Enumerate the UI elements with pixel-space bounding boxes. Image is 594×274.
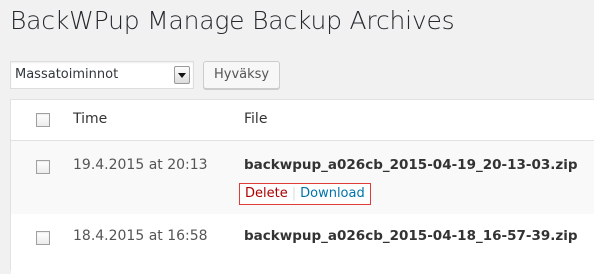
chevron-down-icon[interactable] [174,66,190,84]
file-name: backwpup_a026cb_2015-04-18_16-57-39.zip [244,228,578,244]
row-time: 18.4.2015 at 16:58 [73,228,208,244]
bulk-actions-selected-value: Massatoiminnot [15,67,119,82]
file-name: backwpup_a026cb_2015-04-19_20-13-03.zip [244,157,578,173]
table-header: Time File [11,100,594,141]
download-link[interactable]: Download [300,186,365,201]
apply-button[interactable]: Hyväksy [203,61,281,89]
row-checkbox[interactable] [36,160,50,174]
action-separator: | [291,186,297,201]
bulk-actions-select[interactable]: Massatoiminnot [10,61,194,89]
page-title: BackWPup Manage Backup Archives [10,6,455,35]
row-time: 19.4.2015 at 20:13 [73,157,208,173]
backup-archives-table: Time File 19.4.2015 at 20:13 backwpup_a0… [10,99,594,274]
row-file: backwpup_a026cb_2015-04-18_16-57-39.zip [244,228,578,244]
row-actions: Delete | Download [239,183,371,205]
table-row: 19.4.2015 at 20:13 backwpup_a026cb_2015-… [11,141,594,214]
column-header-file[interactable]: File [244,111,267,127]
row-checkbox[interactable] [36,231,50,245]
row-file: backwpup_a026cb_2015-04-19_20-13-03.zip [244,157,578,173]
select-all-checkbox[interactable] [36,113,50,127]
delete-link[interactable]: Delete [245,186,288,201]
column-header-time[interactable]: Time [73,111,107,127]
table-row: 18.4.2015 at 16:58 backwpup_a026cb_2015-… [11,214,594,274]
